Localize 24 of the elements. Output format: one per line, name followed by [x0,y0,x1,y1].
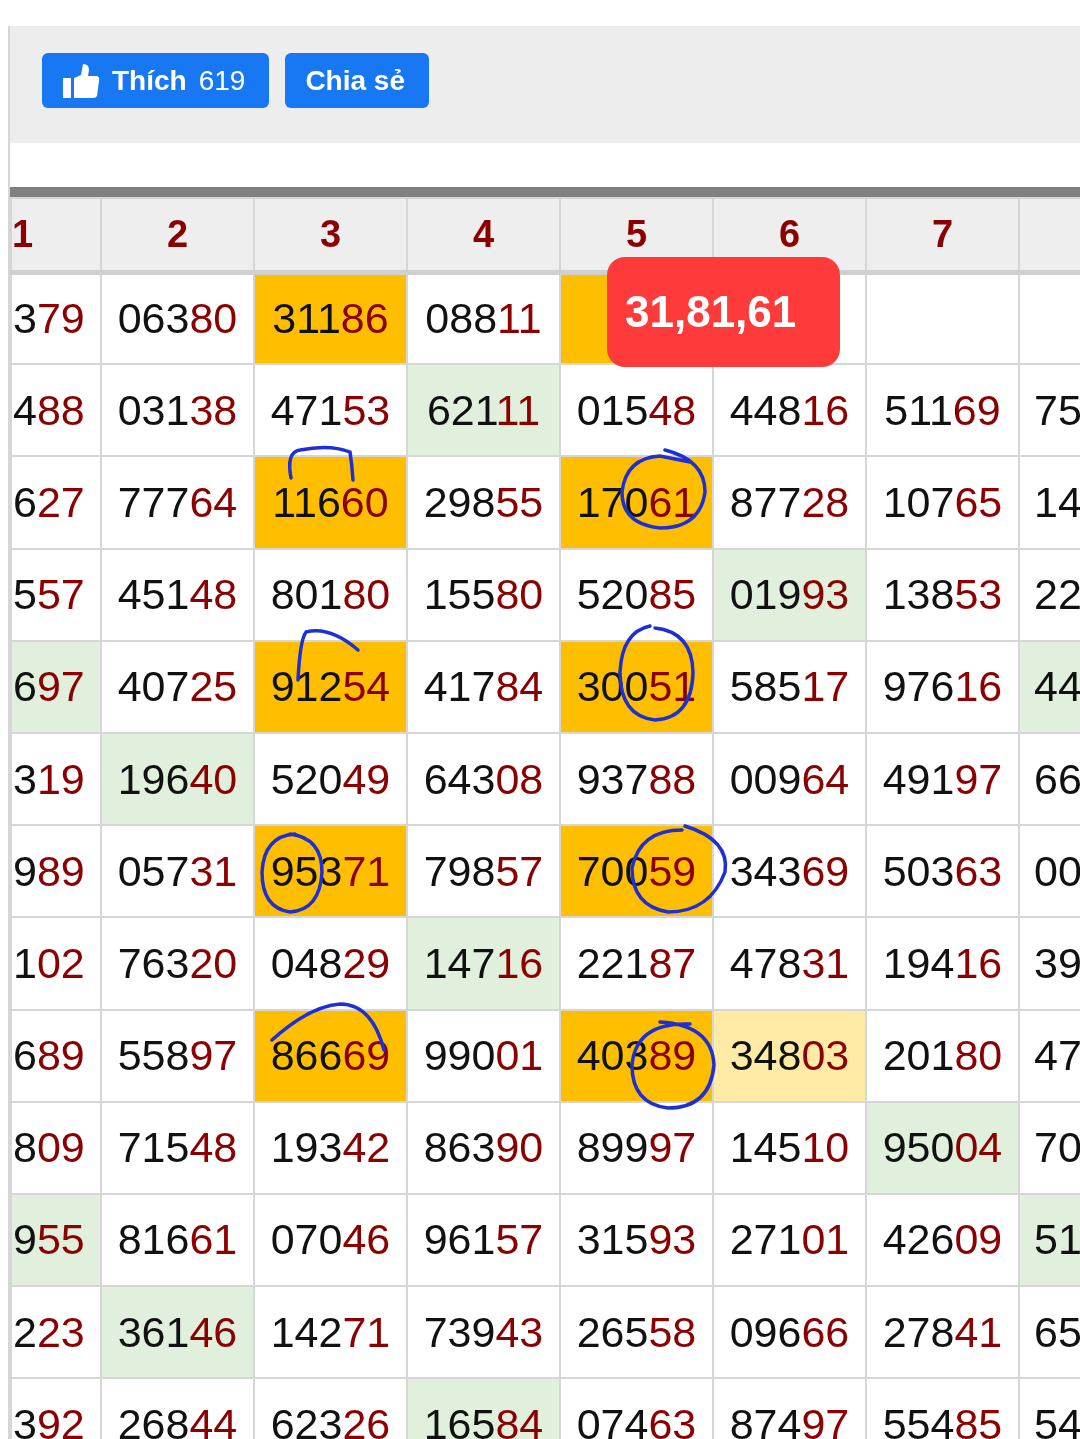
lottery-number: 39 [1034,938,1080,987]
column-header: 2 [166,212,189,255]
like-button[interactable]: Thích 619 [42,53,270,108]
lottery-number: 75 [1034,385,1080,434]
lottery-number: 51 [1034,1215,1080,1264]
lottery-number: 54 [1034,1399,1080,1439]
column-header: 5 [625,212,648,255]
column-header: 4 [472,212,495,255]
lottery-number: 14 [1034,477,1080,526]
column-header: 7 [931,212,954,255]
column-header: 3 [319,212,342,255]
number-badge: 31,81,61 [607,257,840,367]
lottery-number: 00 [1034,846,1080,895]
lottery-number: 44 [1034,662,1080,711]
lottery-number: 22 [1034,570,1080,619]
column-header: 1 [12,212,34,255]
pen-arc-drawing [287,445,355,482]
lottery-number: 65 [1034,1307,1080,1356]
thumbs-up-icon [62,62,100,99]
lottery-number: 47 [1034,1031,1080,1080]
column-header: 6 [778,212,801,255]
share-button[interactable]: Chia sẻ [285,53,429,108]
lottery-number: 66 [1034,754,1080,803]
lottery-number: 70 [1034,1123,1080,1172]
